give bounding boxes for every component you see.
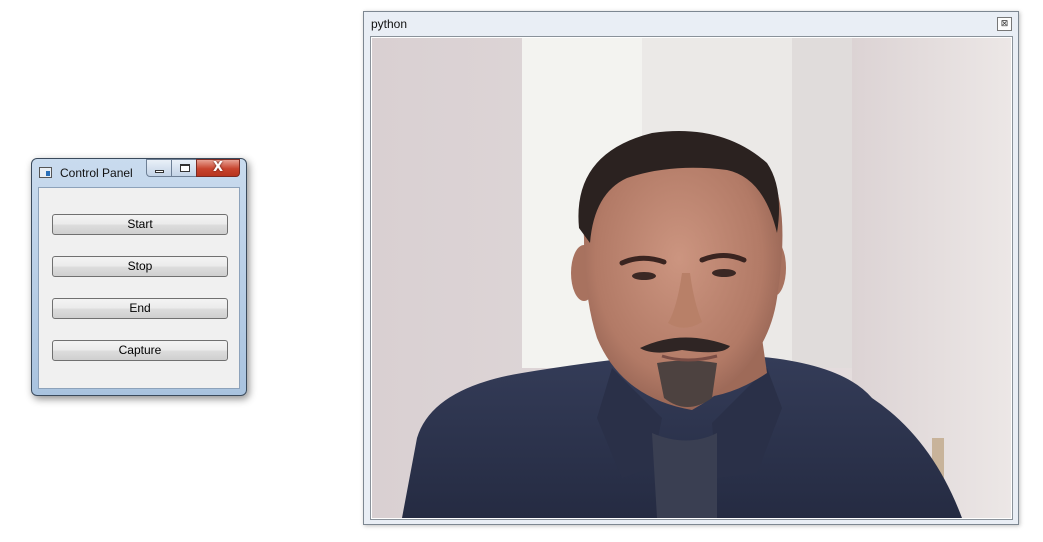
close-icon: X: [212, 160, 224, 175]
capture-button[interactable]: Capture: [52, 340, 228, 361]
maximize-button[interactable]: [171, 159, 197, 177]
control-panel-title: Control Panel: [60, 166, 133, 180]
control-panel-window: Control Panel X Start Stop End Capture: [31, 158, 247, 396]
close-icon[interactable]: ⊠: [997, 17, 1012, 31]
webcam-image: [372, 38, 1011, 518]
camera-frame: [370, 36, 1013, 520]
control-panel-body: Start Stop End Capture: [38, 187, 240, 389]
end-button[interactable]: End: [52, 298, 228, 319]
window-controls: X: [146, 159, 240, 178]
start-button[interactable]: Start: [52, 214, 228, 235]
minimize-button[interactable]: [146, 159, 172, 177]
close-button[interactable]: X: [196, 159, 240, 177]
app-icon: [39, 167, 52, 178]
camera-window: python ⊠: [363, 11, 1019, 525]
control-panel-titlebar[interactable]: Control Panel X: [32, 159, 246, 187]
camera-window-title: python: [371, 17, 408, 31]
stop-button[interactable]: Stop: [52, 256, 228, 277]
